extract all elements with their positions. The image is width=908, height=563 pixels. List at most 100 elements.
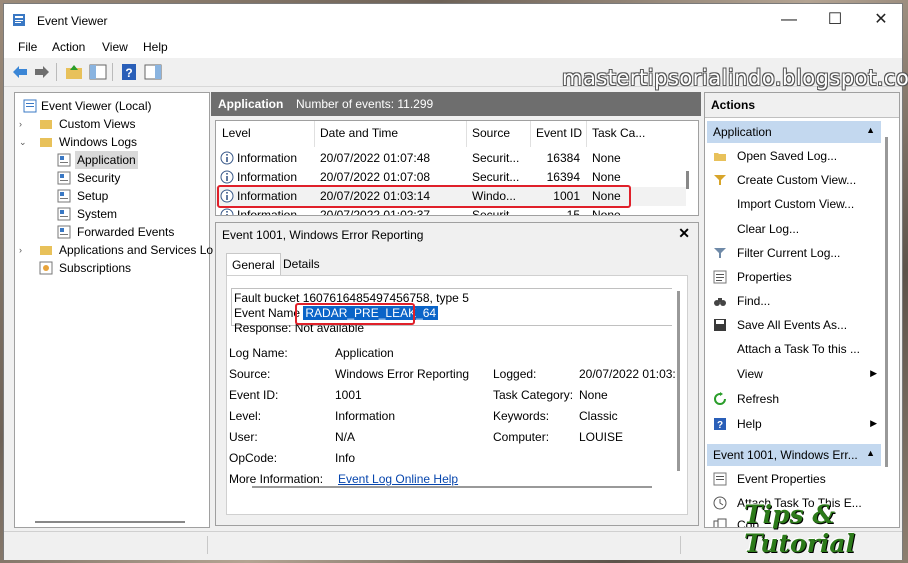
- column-divider: [586, 121, 587, 147]
- tree-item-custom-views[interactable]: › Custom Views: [19, 115, 199, 133]
- action-import-custom-view[interactable]: Import Custom View...: [709, 193, 879, 215]
- actions-section-event[interactable]: Event 1001, Windows Err... ▲: [707, 444, 881, 466]
- tree-item-event-viewer-local[interactable]: Event Viewer (Local): [19, 97, 199, 115]
- watermark-tips-tutorial: Tips & Tutorial: [744, 500, 856, 558]
- table-row[interactable]: Information 20/07/2022 01:07:48 Securit.…: [216, 149, 686, 168]
- action-label: Save All Events As...: [737, 318, 848, 332]
- action-find[interactable]: Find...: [709, 290, 879, 312]
- vertical-scrollbar[interactable]: [885, 137, 888, 467]
- tree-item-security[interactable]: Security: [55, 169, 195, 187]
- event-viewer-icon: [23, 99, 37, 113]
- action-label: Create Custom View...: [737, 173, 857, 187]
- tab-details[interactable]: Details: [278, 253, 325, 275]
- prop-label: Level:: [229, 409, 262, 423]
- task-icon: [713, 496, 727, 510]
- section-title: Event 1001, Windows Err...: [713, 448, 858, 462]
- column-header-level[interactable]: Level: [222, 126, 251, 140]
- prop-value: 20/07/2022 01:03:: [579, 367, 676, 381]
- action-help[interactable]: ? Help ▶: [709, 413, 879, 435]
- prop-value: 1001: [335, 388, 362, 402]
- expand-chevron-icon[interactable]: ›: [19, 115, 29, 133]
- expand-chevron-icon[interactable]: ›: [19, 241, 29, 259]
- column-header-source[interactable]: Source: [472, 126, 510, 140]
- menu-view[interactable]: View: [102, 40, 128, 54]
- show-hide-tree-icon[interactable]: [88, 62, 108, 82]
- open-folder-icon: [714, 153, 726, 161]
- actions-title: Actions: [711, 98, 756, 112]
- subscriptions-icon: [39, 261, 53, 275]
- action-refresh[interactable]: Refresh: [709, 388, 879, 410]
- collapse-triangle-icon[interactable]: ▲: [866, 448, 875, 458]
- close-button[interactable]: ✕: [858, 4, 904, 36]
- event-detail-pane: Event 1001, Windows Error Reporting ✕ Ge…: [215, 222, 699, 526]
- copy-icon: [713, 518, 727, 527]
- prop-value: Windows Error Reporting: [335, 367, 470, 381]
- action-attach-task-to-log[interactable]: Attach a Task To this ...: [709, 338, 879, 360]
- properties-icon: [713, 472, 727, 486]
- tree-item-subscriptions[interactable]: Subscriptions: [19, 259, 199, 277]
- back-arrow-icon[interactable]: [10, 62, 30, 82]
- collapse-chevron-icon[interactable]: ⌄: [19, 133, 29, 151]
- action-save-all-events[interactable]: Save All Events As...: [709, 314, 879, 336]
- tree-item-windows-logs[interactable]: ⌄ Windows Logs: [19, 133, 199, 151]
- tree-item-forwarded-events[interactable]: Forwarded Events: [55, 223, 205, 241]
- menu-bar: File Action View Help: [4, 36, 902, 58]
- collapse-triangle-icon[interactable]: ▲: [866, 125, 875, 135]
- title-bar: Event Viewer — ☐ ✕: [4, 4, 902, 36]
- tab-general[interactable]: General: [226, 253, 281, 276]
- cell-source: Securit...: [472, 151, 520, 165]
- action-open-saved-log[interactable]: Open Saved Log...: [709, 145, 879, 167]
- maximize-button[interactable]: ☐: [812, 4, 858, 36]
- vertical-scrollbar[interactable]: [677, 291, 680, 471]
- cell-event-id: 16384: [546, 151, 580, 165]
- vertical-scrollbar[interactable]: [686, 171, 689, 189]
- forward-arrow-icon[interactable]: [32, 62, 52, 82]
- cell-level: Information: [237, 151, 298, 165]
- action-clear-log[interactable]: Clear Log...: [709, 218, 879, 240]
- up-folder-icon[interactable]: [64, 62, 84, 82]
- event-log-online-help-link[interactable]: Event Log Online Help: [338, 472, 458, 486]
- event-name-label: Event Name: [234, 306, 301, 320]
- prop-label: Log Name:: [229, 346, 288, 360]
- prop-value: Information: [335, 409, 396, 423]
- folder-icon: [40, 138, 52, 147]
- info-icon: [220, 208, 234, 215]
- tree-item-application[interactable]: Application: [55, 151, 151, 169]
- event-viewer-window: Event Viewer — ☐ ✕ File Action View Help…: [3, 3, 908, 560]
- action-create-custom-view[interactable]: Create Custom View...: [709, 169, 879, 191]
- log-icon: [57, 189, 71, 203]
- cell-date: 20/07/2022 01:02:37: [320, 208, 431, 216]
- binoculars-icon: [714, 298, 726, 306]
- action-label: Clear Log...: [737, 222, 800, 236]
- actions-section-application[interactable]: Application ▲: [707, 121, 881, 143]
- prop-value: Application: [335, 346, 394, 360]
- action-properties[interactable]: Properties: [709, 266, 879, 288]
- action-label: Help: [737, 417, 762, 431]
- menu-action[interactable]: Action: [52, 40, 85, 54]
- action-view[interactable]: View ▶: [709, 363, 879, 385]
- minimize-button[interactable]: —: [766, 4, 812, 36]
- menu-file[interactable]: File: [18, 40, 37, 54]
- status-divider: [680, 536, 681, 554]
- action-label: Open Saved Log...: [737, 149, 838, 163]
- tree-label: Subscriptions: [59, 261, 132, 275]
- help-icon[interactable]: ?: [119, 62, 139, 82]
- action-event-properties[interactable]: Event Properties: [709, 468, 879, 490]
- svg-text:?: ?: [125, 66, 132, 80]
- menu-help[interactable]: Help: [143, 40, 168, 54]
- close-icon[interactable]: ✕: [678, 225, 690, 242]
- status-divider: [207, 536, 208, 554]
- tree-item-system[interactable]: System: [55, 205, 195, 223]
- column-divider: [466, 121, 467, 147]
- action-filter-current-log[interactable]: Filter Current Log...: [709, 242, 879, 264]
- tree-item-setup[interactable]: Setup: [55, 187, 195, 205]
- column-header-event-id[interactable]: Event ID: [536, 126, 582, 140]
- event-viewer-icon: [13, 14, 25, 26]
- horizontal-scrollbar[interactable]: [252, 486, 652, 488]
- show-hide-action-pane-icon[interactable]: [143, 62, 163, 82]
- prop-label: Keywords:: [493, 409, 550, 423]
- column-header-task-category[interactable]: Task Ca...: [592, 126, 645, 140]
- horizontal-scrollbar[interactable]: [35, 521, 185, 523]
- tree-item-applications-and-services[interactable]: › Applications and Services Lo: [19, 241, 213, 259]
- column-header-date[interactable]: Date and Time: [320, 126, 398, 140]
